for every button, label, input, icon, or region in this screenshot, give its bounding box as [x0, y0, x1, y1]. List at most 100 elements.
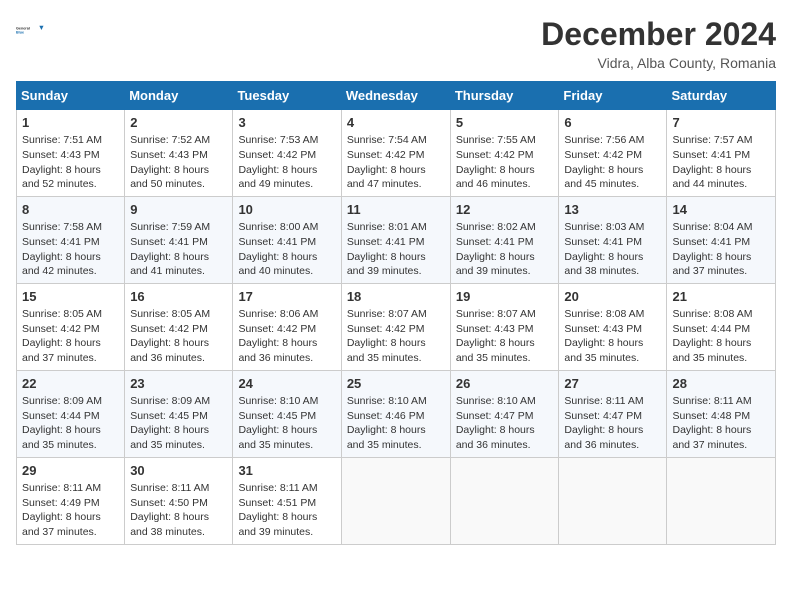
- sunrise-label: Sunrise: 8:11 AM: [672, 395, 751, 407]
- day-number: 2: [130, 114, 227, 132]
- sunset-label: Sunset: 4:41 PM: [564, 236, 642, 248]
- calendar-cell: 9 Sunrise: 7:59 AM Sunset: 4:41 PM Dayli…: [125, 196, 233, 283]
- day-number: 18: [347, 288, 445, 306]
- sunrise-label: Sunrise: 7:59 AM: [130, 221, 210, 233]
- header-day-monday: Monday: [125, 82, 233, 110]
- calendar-week-3: 15 Sunrise: 8:05 AM Sunset: 4:42 PM Dayl…: [17, 283, 776, 370]
- calendar-cell: 3 Sunrise: 7:53 AM Sunset: 4:42 PM Dayli…: [233, 110, 341, 197]
- sunrise-label: Sunrise: 8:06 AM: [238, 308, 318, 320]
- sunrise-label: Sunrise: 7:56 AM: [564, 134, 644, 146]
- day-number: 13: [564, 201, 661, 219]
- day-number: 7: [672, 114, 770, 132]
- day-number: 29: [22, 462, 119, 480]
- calendar-cell: 15 Sunrise: 8:05 AM Sunset: 4:42 PM Dayl…: [17, 283, 125, 370]
- calendar-cell: 24 Sunrise: 8:10 AM Sunset: 4:45 PM Dayl…: [233, 370, 341, 457]
- svg-text:General: General: [16, 27, 30, 31]
- calendar-cell: 25 Sunrise: 8:10 AM Sunset: 4:46 PM Dayl…: [341, 370, 450, 457]
- sunset-label: Sunset: 4:43 PM: [456, 323, 534, 335]
- calendar-cell: 21 Sunrise: 8:08 AM Sunset: 4:44 PM Dayl…: [667, 283, 776, 370]
- sunset-label: Sunset: 4:42 PM: [347, 323, 425, 335]
- calendar-cell: 6 Sunrise: 7:56 AM Sunset: 4:42 PM Dayli…: [559, 110, 667, 197]
- logo: GeneralBlue: [16, 16, 48, 44]
- day-number: 11: [347, 201, 445, 219]
- sunset-label: Sunset: 4:48 PM: [672, 410, 750, 422]
- sunrise-label: Sunrise: 8:11 AM: [22, 482, 101, 494]
- calendar-cell: [559, 457, 667, 544]
- day-number: 12: [456, 201, 554, 219]
- sunrise-label: Sunrise: 8:09 AM: [130, 395, 210, 407]
- daylight-label: Daylight: 8 hours and 37 minutes.: [672, 424, 751, 451]
- sunset-label: Sunset: 4:41 PM: [456, 236, 534, 248]
- day-number: 20: [564, 288, 661, 306]
- daylight-label: Daylight: 8 hours and 52 minutes.: [22, 164, 101, 191]
- day-number: 15: [22, 288, 119, 306]
- day-number: 30: [130, 462, 227, 480]
- sunset-label: Sunset: 4:43 PM: [130, 149, 208, 161]
- calendar-cell: 19 Sunrise: 8:07 AM Sunset: 4:43 PM Dayl…: [450, 283, 559, 370]
- sunrise-label: Sunrise: 7:55 AM: [456, 134, 536, 146]
- day-number: 16: [130, 288, 227, 306]
- daylight-label: Daylight: 8 hours and 38 minutes.: [564, 251, 643, 278]
- daylight-label: Daylight: 8 hours and 49 minutes.: [238, 164, 317, 191]
- sunrise-label: Sunrise: 8:05 AM: [22, 308, 102, 320]
- sunset-label: Sunset: 4:42 PM: [130, 323, 208, 335]
- day-number: 26: [456, 375, 554, 393]
- header-day-friday: Friday: [559, 82, 667, 110]
- calendar-cell: [450, 457, 559, 544]
- day-number: 31: [238, 462, 335, 480]
- sunset-label: Sunset: 4:43 PM: [22, 149, 100, 161]
- sunrise-label: Sunrise: 7:54 AM: [347, 134, 427, 146]
- sunset-label: Sunset: 4:42 PM: [238, 323, 316, 335]
- day-number: 19: [456, 288, 554, 306]
- sunrise-label: Sunrise: 7:53 AM: [238, 134, 318, 146]
- day-number: 22: [22, 375, 119, 393]
- daylight-label: Daylight: 8 hours and 35 minutes.: [672, 337, 751, 364]
- sunrise-label: Sunrise: 8:04 AM: [672, 221, 752, 233]
- sunrise-label: Sunrise: 8:10 AM: [347, 395, 427, 407]
- header-day-saturday: Saturday: [667, 82, 776, 110]
- sunrise-label: Sunrise: 8:07 AM: [456, 308, 536, 320]
- calendar-cell: 18 Sunrise: 8:07 AM Sunset: 4:42 PM Dayl…: [341, 283, 450, 370]
- daylight-label: Daylight: 8 hours and 39 minutes.: [456, 251, 535, 278]
- calendar-cell: 1 Sunrise: 7:51 AM Sunset: 4:43 PM Dayli…: [17, 110, 125, 197]
- sunset-label: Sunset: 4:50 PM: [130, 497, 208, 509]
- daylight-label: Daylight: 8 hours and 42 minutes.: [22, 251, 101, 278]
- daylight-label: Daylight: 8 hours and 37 minutes.: [22, 511, 101, 538]
- calendar-cell: 12 Sunrise: 8:02 AM Sunset: 4:41 PM Dayl…: [450, 196, 559, 283]
- calendar: SundayMondayTuesdayWednesdayThursdayFrid…: [16, 81, 776, 545]
- calendar-cell: 22 Sunrise: 8:09 AM Sunset: 4:44 PM Dayl…: [17, 370, 125, 457]
- sunset-label: Sunset: 4:42 PM: [347, 149, 425, 161]
- sunrise-label: Sunrise: 8:05 AM: [130, 308, 210, 320]
- day-number: 24: [238, 375, 335, 393]
- day-number: 9: [130, 201, 227, 219]
- sunrise-label: Sunrise: 8:00 AM: [238, 221, 318, 233]
- day-number: 6: [564, 114, 661, 132]
- sunset-label: Sunset: 4:41 PM: [22, 236, 100, 248]
- sunset-label: Sunset: 4:47 PM: [456, 410, 534, 422]
- calendar-cell: 20 Sunrise: 8:08 AM Sunset: 4:43 PM Dayl…: [559, 283, 667, 370]
- daylight-label: Daylight: 8 hours and 44 minutes.: [672, 164, 751, 191]
- sunrise-label: Sunrise: 8:08 AM: [672, 308, 752, 320]
- day-number: 17: [238, 288, 335, 306]
- daylight-label: Daylight: 8 hours and 35 minutes.: [130, 424, 209, 451]
- header-day-tuesday: Tuesday: [233, 82, 341, 110]
- calendar-cell: 29 Sunrise: 8:11 AM Sunset: 4:49 PM Dayl…: [17, 457, 125, 544]
- calendar-cell: 27 Sunrise: 8:11 AM Sunset: 4:47 PM Dayl…: [559, 370, 667, 457]
- calendar-week-5: 29 Sunrise: 8:11 AM Sunset: 4:49 PM Dayl…: [17, 457, 776, 544]
- daylight-label: Daylight: 8 hours and 36 minutes.: [564, 424, 643, 451]
- sunset-label: Sunset: 4:41 PM: [347, 236, 425, 248]
- day-number: 28: [672, 375, 770, 393]
- header-day-thursday: Thursday: [450, 82, 559, 110]
- sunrise-label: Sunrise: 8:01 AM: [347, 221, 427, 233]
- sunrise-label: Sunrise: 8:10 AM: [456, 395, 536, 407]
- sunset-label: Sunset: 4:44 PM: [22, 410, 100, 422]
- sunset-label: Sunset: 4:46 PM: [347, 410, 425, 422]
- title-area: December 2024 Vidra, Alba County, Romani…: [541, 16, 776, 71]
- calendar-cell: 11 Sunrise: 8:01 AM Sunset: 4:41 PM Dayl…: [341, 196, 450, 283]
- calendar-week-1: 1 Sunrise: 7:51 AM Sunset: 4:43 PM Dayli…: [17, 110, 776, 197]
- daylight-label: Daylight: 8 hours and 35 minutes.: [564, 337, 643, 364]
- day-number: 25: [347, 375, 445, 393]
- day-number: 21: [672, 288, 770, 306]
- calendar-cell: 7 Sunrise: 7:57 AM Sunset: 4:41 PM Dayli…: [667, 110, 776, 197]
- svg-text:Blue: Blue: [16, 31, 24, 35]
